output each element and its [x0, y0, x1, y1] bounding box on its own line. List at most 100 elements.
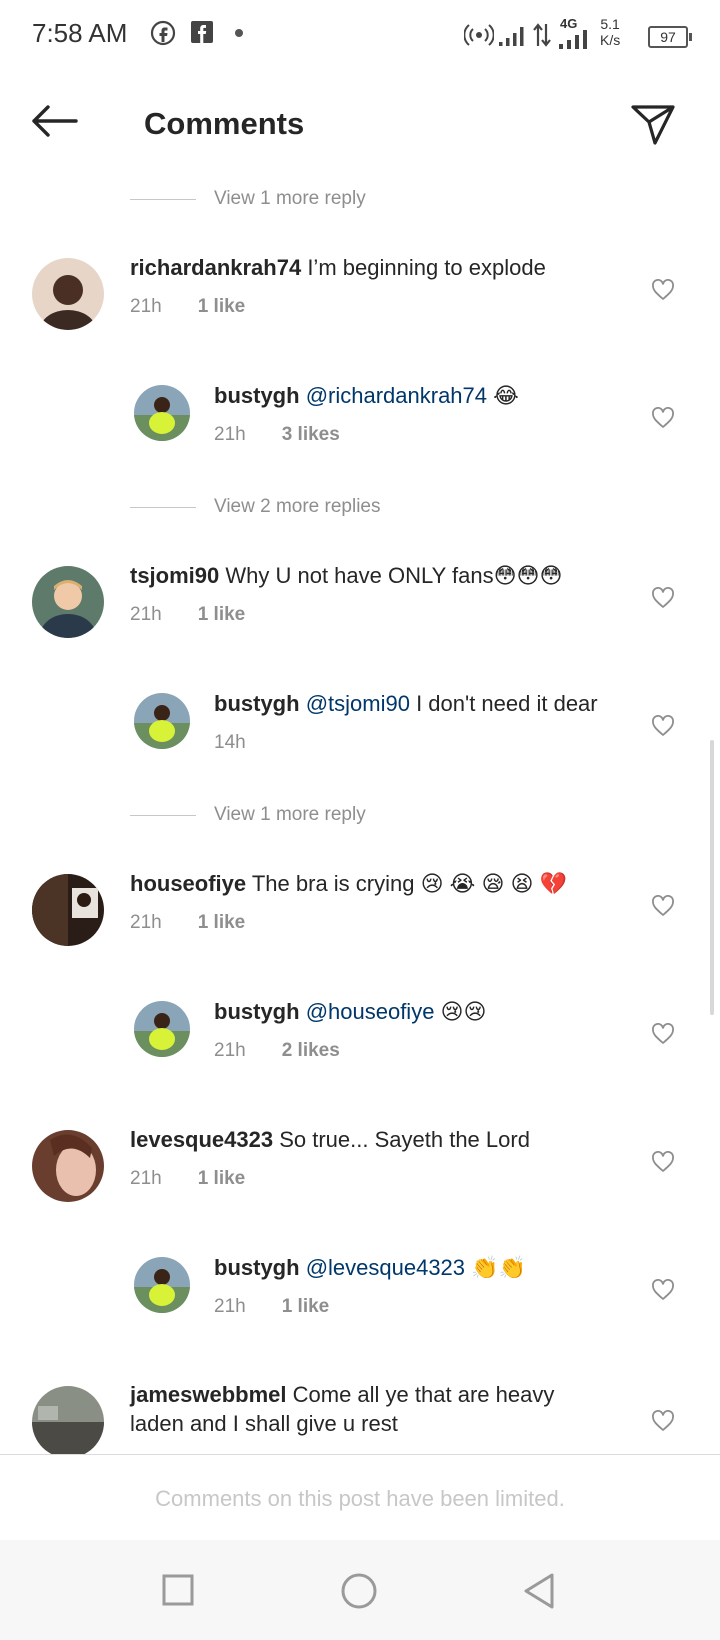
avatar[interactable]	[134, 1001, 190, 1057]
comment-body: 👏👏	[465, 1255, 526, 1280]
comment-likes[interactable]: 1 like	[198, 1168, 246, 1189]
square-icon[interactable]	[162, 1574, 194, 1606]
comment-username[interactable]: richardankrah74	[130, 255, 301, 280]
page-title: Comments	[144, 106, 305, 141]
comment-time: 21h	[214, 424, 246, 445]
comment-likes[interactable]: 1 like	[198, 912, 246, 933]
comment-likes[interactable]: 1 like	[198, 604, 246, 625]
comment-body: The bra is crying 😢 😭 😪 😫 💔	[246, 871, 567, 896]
comment-text: levesque4323 So true... Sayeth the Lord	[130, 1125, 630, 1154]
comment-text: tsjomi90 Why U not have ONLY fans😳😳😳	[130, 561, 630, 590]
comment-username[interactable]: houseofiye	[130, 871, 246, 896]
comment-mention[interactable]: @levesque4323	[306, 1255, 465, 1280]
avatar[interactable]	[32, 1386, 104, 1454]
reply-text: bustygh @richardankrah74 😂	[214, 381, 634, 410]
heart-outline-icon[interactable]	[651, 1279, 675, 1301]
heart-outline-icon[interactable]	[651, 1151, 675, 1173]
view-more-replies-link[interactable]: View 1 more reply	[214, 188, 366, 210]
comment-time: 21h	[214, 1296, 246, 1317]
data-transfer-icon	[533, 23, 551, 47]
comment-text: houseofiye The bra is crying 😢 😭 😪 😫 💔	[130, 869, 630, 898]
comment-body: I don't need it dear	[409, 691, 598, 716]
comment-body: I’m beginning to explode	[301, 255, 546, 280]
avatar[interactable]	[32, 1130, 104, 1202]
circle-icon[interactable]	[340, 1572, 378, 1610]
comment-username[interactable]: bustygh	[214, 999, 300, 1024]
heart-outline-icon[interactable]	[651, 895, 675, 917]
heart-outline-icon[interactable]	[651, 1023, 675, 1045]
heart-outline-icon[interactable]	[651, 587, 675, 609]
comment-text: jameswebbmel Come all ye that are heavy …	[130, 1380, 600, 1438]
network-speed-value: 5.1	[600, 16, 620, 32]
view-replies-divider	[130, 199, 196, 200]
reply-text: bustygh @houseofiye 😢😢	[214, 997, 634, 1026]
comment-mention[interactable]: @richardankrah74	[306, 383, 487, 408]
comment-mention[interactable]: @tsjomi90	[306, 691, 410, 716]
comment-body: 😢😢	[434, 999, 487, 1024]
avatar[interactable]	[32, 258, 104, 330]
view-replies-divider	[130, 507, 196, 508]
comment-username[interactable]: tsjomi90	[130, 563, 219, 588]
heart-outline-icon[interactable]	[651, 1410, 675, 1432]
comment-body: Why U not have ONLY fans😳😳😳	[219, 563, 563, 588]
comment-meta: 21h 1 like	[130, 604, 245, 626]
reply-text: bustygh @tsjomi90 I don't need it dear	[214, 689, 634, 718]
heart-outline-icon[interactable]	[651, 407, 675, 429]
view-more-replies-link[interactable]: View 1 more reply	[214, 804, 366, 826]
signal-icon	[499, 27, 524, 46]
comment-body: So true... Sayeth the Lord	[273, 1127, 530, 1152]
comment-likes[interactable]: 3 likes	[282, 424, 340, 445]
triangle-back-icon[interactable]	[522, 1572, 556, 1610]
comment-mention[interactable]: @houseofiye	[306, 999, 435, 1024]
comment-meta: 21h 1 like	[214, 1296, 329, 1318]
avatar[interactable]	[134, 1257, 190, 1313]
comment-likes[interactable]: 2 likes	[282, 1040, 340, 1061]
comment-username[interactable]: bustygh	[214, 383, 300, 408]
arrow-left-icon[interactable]	[30, 104, 78, 138]
comment-time: 21h	[130, 296, 162, 317]
footer-divider	[0, 1454, 720, 1455]
heart-outline-icon[interactable]	[651, 715, 675, 737]
comment-time: 21h	[130, 1168, 162, 1189]
comment-meta: 21h 2 likes	[214, 1040, 340, 1062]
comment-username[interactable]: bustygh	[214, 1255, 300, 1280]
comment-body: 😂	[487, 383, 519, 408]
comment-meta: 21h 1 like	[130, 296, 245, 318]
comment-meta: 21h 1 like	[130, 912, 245, 934]
status-time: 7:58 AM	[32, 18, 128, 48]
comment-time: 14h	[214, 732, 246, 753]
comment-username[interactable]: bustygh	[214, 691, 300, 716]
network-speed-unit: K/s	[600, 32, 621, 48]
comment-meta: 14h	[214, 732, 246, 754]
avatar[interactable]	[32, 874, 104, 946]
comment-meta: 21h 3 likes	[214, 424, 340, 446]
system-nav-bar	[0, 1540, 720, 1640]
comment-likes[interactable]: 1 like	[282, 1296, 330, 1317]
comment-likes[interactable]: 1 like	[198, 296, 246, 317]
avatar[interactable]	[32, 566, 104, 638]
avatar[interactable]	[134, 693, 190, 749]
reply-text: bustygh @levesque4323 👏👏	[214, 1253, 634, 1282]
comment-time: 21h	[130, 604, 162, 625]
view-replies-divider	[130, 815, 196, 816]
facebook-messenger-icon	[150, 20, 176, 46]
comment-meta: 21h 1 like	[130, 1168, 245, 1190]
comments-limited-notice: Comments on this post have been limited.	[155, 1486, 565, 1511]
comment-row-clipped: jameswebbmel Come all ye that are heavy …	[0, 1380, 720, 1454]
scrollbar[interactable]	[710, 740, 714, 1015]
hotspot-icon	[464, 24, 494, 46]
battery-icon: 97	[648, 26, 692, 48]
comment-username[interactable]: levesque4323	[130, 1127, 273, 1152]
network-type: 4G	[560, 16, 578, 31]
signal-4g-icon	[559, 30, 587, 49]
facebook-icon	[191, 21, 213, 43]
comment-time: 21h	[130, 912, 162, 933]
comment-username[interactable]: jameswebbmel	[130, 1382, 287, 1407]
paper-plane-icon[interactable]	[630, 104, 676, 146]
comment-time: 21h	[214, 1040, 246, 1061]
notification-dot-icon	[235, 29, 243, 37]
heart-outline-icon[interactable]	[651, 279, 675, 301]
view-more-replies-link[interactable]: View 2 more replies	[214, 496, 381, 518]
comment-text: richardankrah74 I’m beginning to explode	[130, 253, 630, 282]
avatar[interactable]	[134, 385, 190, 441]
